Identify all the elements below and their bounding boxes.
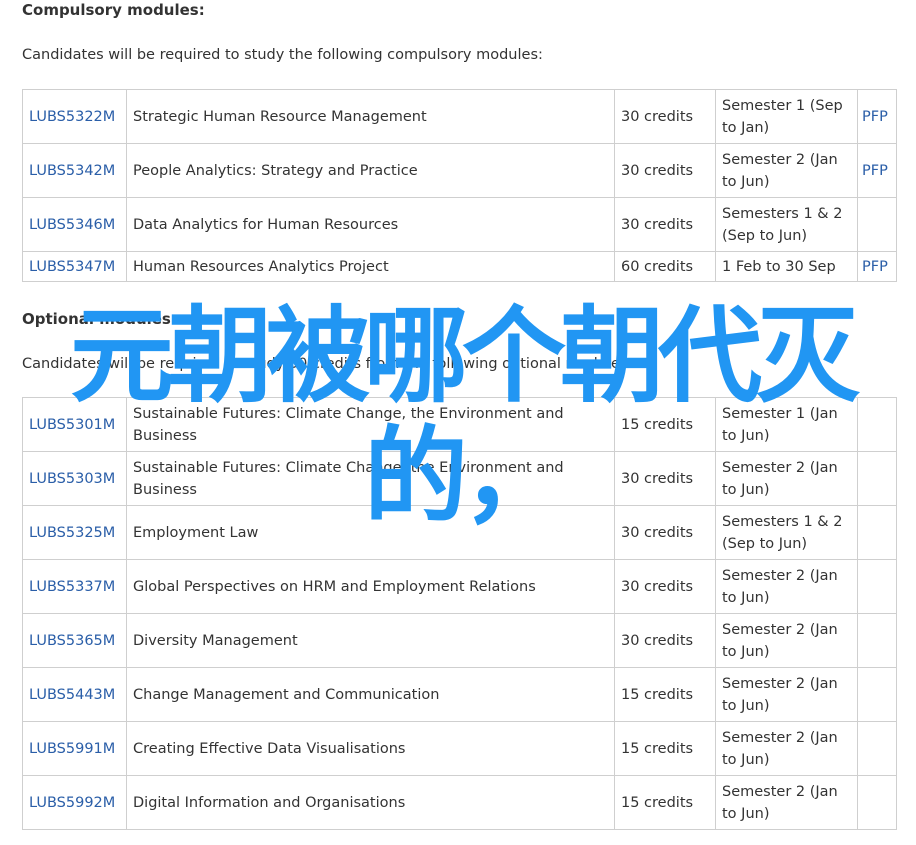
module-code-cell: LUBS5322M <box>22 89 127 144</box>
compulsory-modules-table: LUBS5322M Strategic Human Resource Manag… <box>22 89 897 282</box>
module-code-link[interactable]: LUBS5322M <box>29 109 115 125</box>
module-title: Creating Effective Data Visualisations <box>126 721 615 776</box>
pfp-cell <box>857 197 897 252</box>
module-code-link[interactable]: LUBS5347M <box>29 259 115 275</box>
module-credits: 30 credits <box>614 559 716 614</box>
module-code-cell: LUBS5337M <box>22 559 127 614</box>
pfp-cell <box>857 721 897 776</box>
module-code-cell: LUBS5346M <box>22 197 127 252</box>
module-code-link[interactable]: LUBS5303M <box>29 471 115 487</box>
pfp-cell: PFP <box>857 143 897 198</box>
table-row: LUBS5443M Change Management and Communic… <box>22 667 897 722</box>
module-code-link[interactable]: LUBS5443M <box>29 687 115 703</box>
module-title: Human Resources Analytics Project <box>126 251 615 282</box>
module-title: Sustainable Futures: Climate Change, the… <box>126 451 615 506</box>
pfp-link[interactable]: PFP <box>862 109 888 125</box>
pfp-cell: PFP <box>857 89 897 144</box>
table-row: LUBS5346M Data Analytics for Human Resou… <box>22 197 897 252</box>
table-row: LUBS5303M Sustainable Futures: Climate C… <box>22 451 897 506</box>
module-semester: Semester 2 (Jan to Jun) <box>715 613 858 668</box>
compulsory-heading: Compulsory modules: <box>22 1 205 19</box>
module-title: People Analytics: Strategy and Practice <box>126 143 615 198</box>
module-semester: Semester 2 (Jan to Jun) <box>715 451 858 506</box>
pfp-cell <box>857 775 897 830</box>
module-credits: 30 credits <box>614 89 716 144</box>
module-semester: Semesters 1 & 2 (Sep to Jun) <box>715 505 858 560</box>
pfp-cell <box>857 613 897 668</box>
module-semester: Semester 2 (Jan to Jun) <box>715 775 858 830</box>
module-code-cell: LUBS5301M <box>22 397 127 452</box>
module-semester: Semester 1 (Sep to Jan) <box>715 89 858 144</box>
pfp-cell <box>857 451 897 506</box>
module-code-cell: LUBS5342M <box>22 143 127 198</box>
module-credits: 30 credits <box>614 505 716 560</box>
pfp-cell <box>857 397 897 452</box>
optional-intro: Candidates will be required to study 30 … <box>22 356 633 372</box>
page: Compulsory modules: Candidates will be r… <box>0 0 916 845</box>
module-title: Data Analytics for Human Resources <box>126 197 615 252</box>
table-row: LUBS5992M Digital Information and Organi… <box>22 775 897 830</box>
optional-heading: Optional modules: <box>22 310 177 328</box>
table-row: LUBS5342M People Analytics: Strategy and… <box>22 143 897 198</box>
module-semester: Semester 2 (Jan to Jun) <box>715 721 858 776</box>
module-title: Sustainable Futures: Climate Change, the… <box>126 397 615 452</box>
module-title: Strategic Human Resource Management <box>126 89 615 144</box>
compulsory-table-body: LUBS5322M Strategic Human Resource Manag… <box>22 89 897 282</box>
module-credits: 15 credits <box>614 775 716 830</box>
module-credits: 15 credits <box>614 397 716 452</box>
module-code-link[interactable]: LUBS5342M <box>29 163 115 179</box>
optional-table-body: LUBS5301M Sustainable Futures: Climate C… <box>22 397 897 830</box>
module-credits: 15 credits <box>614 721 716 776</box>
module-semester: Semester 2 (Jan to Jun) <box>715 143 858 198</box>
compulsory-intro: Candidates will be required to study the… <box>22 47 543 63</box>
module-credits: 30 credits <box>614 451 716 506</box>
table-row: LUBS5322M Strategic Human Resource Manag… <box>22 89 897 144</box>
module-semester: Semester 2 (Jan to Jun) <box>715 559 858 614</box>
module-code-link[interactable]: LUBS5992M <box>29 795 115 811</box>
table-row: LUBS5337M Global Perspectives on HRM and… <box>22 559 897 614</box>
module-code-cell: LUBS5347M <box>22 251 127 282</box>
pfp-cell <box>857 559 897 614</box>
module-code-link[interactable]: LUBS5325M <box>29 525 115 541</box>
pfp-link[interactable]: PFP <box>862 259 888 275</box>
module-title: Diversity Management <box>126 613 615 668</box>
module-code-cell: LUBS5991M <box>22 721 127 776</box>
table-row: LUBS5991M Creating Effective Data Visual… <box>22 721 897 776</box>
module-code-cell: LUBS5303M <box>22 451 127 506</box>
module-title: Employment Law <box>126 505 615 560</box>
table-row: LUBS5365M Diversity Management 30 credit… <box>22 613 897 668</box>
module-code-link[interactable]: LUBS5365M <box>29 633 115 649</box>
module-credits: 30 credits <box>614 143 716 198</box>
module-code-link[interactable]: LUBS5337M <box>29 579 115 595</box>
pfp-cell <box>857 667 897 722</box>
module-title: Digital Information and Organisations <box>126 775 615 830</box>
table-row: LUBS5325M Employment Law 30 credits Seme… <box>22 505 897 560</box>
module-semester: 1 Feb to 30 Sep <box>715 251 858 282</box>
pfp-link[interactable]: PFP <box>862 163 888 179</box>
optional-modules-table: LUBS5301M Sustainable Futures: Climate C… <box>22 397 897 830</box>
module-semester: Semester 1 (Jan to Jun) <box>715 397 858 452</box>
module-code-link[interactable]: LUBS5991M <box>29 741 115 757</box>
module-code-link[interactable]: LUBS5301M <box>29 417 115 433</box>
module-code-cell: LUBS5365M <box>22 613 127 668</box>
module-credits: 60 credits <box>614 251 716 282</box>
module-code-cell: LUBS5992M <box>22 775 127 830</box>
pfp-cell <box>857 505 897 560</box>
module-semester: Semesters 1 & 2 (Sep to Jun) <box>715 197 858 252</box>
table-row: LUBS5347M Human Resources Analytics Proj… <box>22 251 897 282</box>
module-code-cell: LUBS5325M <box>22 505 127 560</box>
table-row: LUBS5301M Sustainable Futures: Climate C… <box>22 397 897 452</box>
module-title: Change Management and Communication <box>126 667 615 722</box>
pfp-cell: PFP <box>857 251 897 282</box>
module-title: Global Perspectives on HRM and Employmen… <box>126 559 615 614</box>
module-credits: 15 credits <box>614 667 716 722</box>
module-code-cell: LUBS5443M <box>22 667 127 722</box>
module-credits: 30 credits <box>614 197 716 252</box>
module-code-link[interactable]: LUBS5346M <box>29 217 115 233</box>
module-credits: 30 credits <box>614 613 716 668</box>
module-semester: Semester 2 (Jan to Jun) <box>715 667 858 722</box>
